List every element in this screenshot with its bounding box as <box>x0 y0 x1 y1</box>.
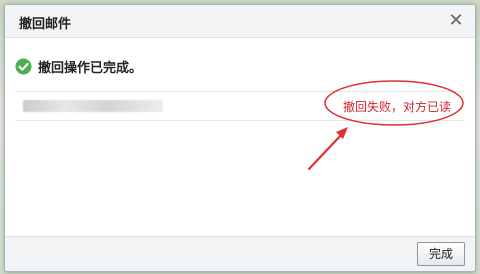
done-button[interactable]: 完成 <box>417 242 465 266</box>
status-row: 撤回操作已完成。 <box>15 55 142 77</box>
dialog-titlebar: 撤回邮件 ✕ <box>5 5 475 38</box>
annotation-overlay <box>307 80 464 171</box>
dialog-footer: 完成 <box>5 236 475 271</box>
result-row: 撤回失败，对方已读 <box>15 91 465 121</box>
close-icon[interactable]: ✕ <box>445 10 467 32</box>
recall-result-status: 撤回失败，对方已读 <box>342 100 451 114</box>
dialog-title: 撤回邮件 <box>19 17 72 32</box>
recipient-address-redacted <box>23 100 163 112</box>
status-message: 撤回操作已完成。 <box>38 60 143 76</box>
recall-mail-dialog: 撤回邮件 ✕ 撤回操作已完成。 撤回失败，对方已读 完成 <box>4 4 476 272</box>
annotation-arrow <box>307 127 348 171</box>
check-circle-icon <box>15 58 32 74</box>
